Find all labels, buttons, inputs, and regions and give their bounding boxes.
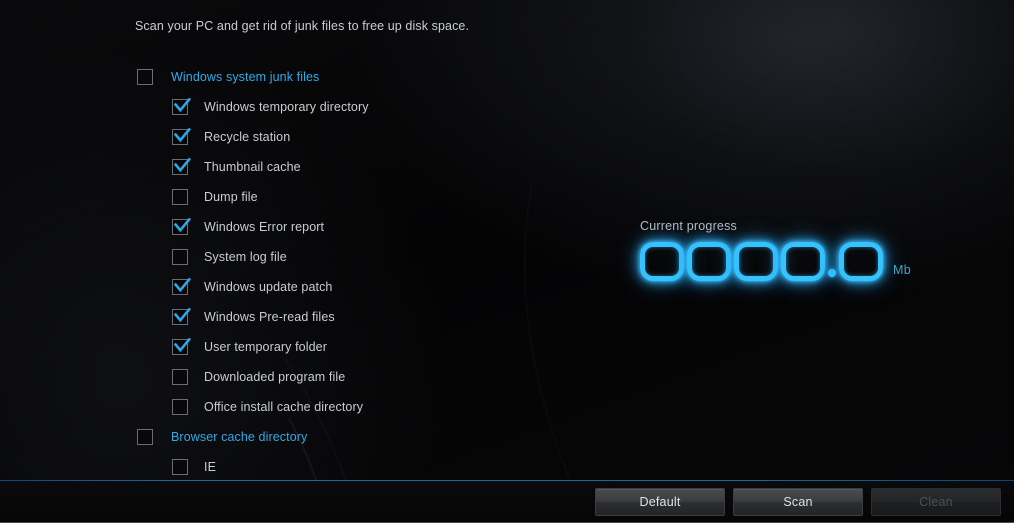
check-icon	[173, 127, 192, 143]
checkbox-checked[interactable]	[172, 97, 192, 115]
list-item[interactable]: Thumbnail cache	[0, 152, 560, 182]
list-item[interactable]: Windows update patch	[0, 272, 560, 302]
progress-caption: Current progress	[640, 219, 737, 233]
list-item[interactable]: IE	[0, 452, 560, 482]
list-item-label: Browser cache directory	[171, 430, 308, 444]
checkbox-checked[interactable]	[172, 127, 192, 145]
check-icon	[173, 337, 192, 353]
list-item[interactable]: Windows Error report	[0, 212, 560, 242]
check-icon	[173, 277, 192, 293]
checkbox-checked[interactable]	[172, 217, 192, 235]
checkbox-checked[interactable]	[172, 157, 192, 175]
list-item[interactable]: Recycle station	[0, 122, 560, 152]
checkbox-unchecked[interactable]	[172, 459, 188, 475]
progress-digit	[734, 242, 778, 281]
list-item-label: Office install cache directory	[204, 400, 364, 414]
progress-digit	[640, 242, 684, 281]
list-item-label: Windows update patch	[204, 280, 333, 294]
checkbox-unchecked[interactable]	[137, 69, 153, 85]
list-item-label: Windows system junk files	[171, 70, 320, 84]
intro-description: Scan your PC and get rid of junk files t…	[135, 19, 470, 33]
progress-digit	[687, 242, 731, 281]
list-item[interactable]: Windows system junk files	[0, 62, 560, 92]
check-icon	[173, 97, 192, 113]
check-icon	[173, 157, 192, 173]
progress-digit	[839, 242, 883, 281]
list-item[interactable]: Dump file	[0, 182, 560, 212]
list-item[interactable]: User temporary folder	[0, 332, 560, 362]
list-item-label: Downloaded program file	[204, 370, 346, 384]
check-icon	[173, 217, 192, 233]
progress-decimal-point	[828, 269, 836, 277]
background-glow	[624, 0, 1014, 180]
current-progress-panel: Current progress Mb	[640, 219, 911, 281]
progress-unit-label: Mb	[893, 263, 911, 277]
progress-digit	[781, 242, 825, 281]
default-button[interactable]: Default	[595, 488, 725, 516]
list-item[interactable]: Browser cache directory	[0, 422, 560, 452]
list-item-label: Windows temporary directory	[204, 100, 369, 114]
checkbox-checked[interactable]	[172, 307, 192, 325]
list-item-label: Dump file	[204, 190, 258, 204]
list-item-label: Windows Error report	[204, 220, 325, 234]
checkbox-unchecked[interactable]	[137, 429, 153, 445]
checkbox-unchecked[interactable]	[172, 369, 188, 385]
list-item-label: IE	[204, 460, 217, 474]
checkbox-unchecked[interactable]	[172, 189, 188, 205]
checkbox-unchecked[interactable]	[172, 249, 188, 265]
progress-digit-display: Mb	[640, 242, 911, 281]
check-icon	[173, 307, 192, 323]
checkbox-checked[interactable]	[172, 337, 192, 355]
scan-button[interactable]: Scan	[733, 488, 863, 516]
list-item[interactable]: Downloaded program file	[0, 362, 560, 392]
list-item[interactable]: System log file	[0, 242, 560, 272]
list-item-label: Recycle station	[204, 130, 291, 144]
list-item[interactable]: Windows Pre-read files	[0, 302, 560, 332]
checkbox-checked[interactable]	[172, 277, 192, 295]
list-item-label: System log file	[204, 250, 287, 264]
list-item-label: Thumbnail cache	[204, 160, 301, 174]
list-item-label: Windows Pre-read files	[204, 310, 335, 324]
clean-button: Clean	[871, 488, 1001, 516]
junk-file-cleaner-window: Scan your PC and get rid of junk files t…	[0, 0, 1014, 523]
footer-bar: Default Scan Clean	[0, 481, 1014, 522]
junk-category-list: Windows system junk files Windows tempora…	[0, 62, 560, 482]
list-item-label: User temporary folder	[204, 340, 327, 354]
footer-button-bar: Default Scan Clean	[587, 488, 1001, 516]
list-item[interactable]: Windows temporary directory	[0, 92, 560, 122]
checkbox-unchecked[interactable]	[172, 399, 188, 415]
list-item[interactable]: Office install cache directory	[0, 392, 560, 422]
